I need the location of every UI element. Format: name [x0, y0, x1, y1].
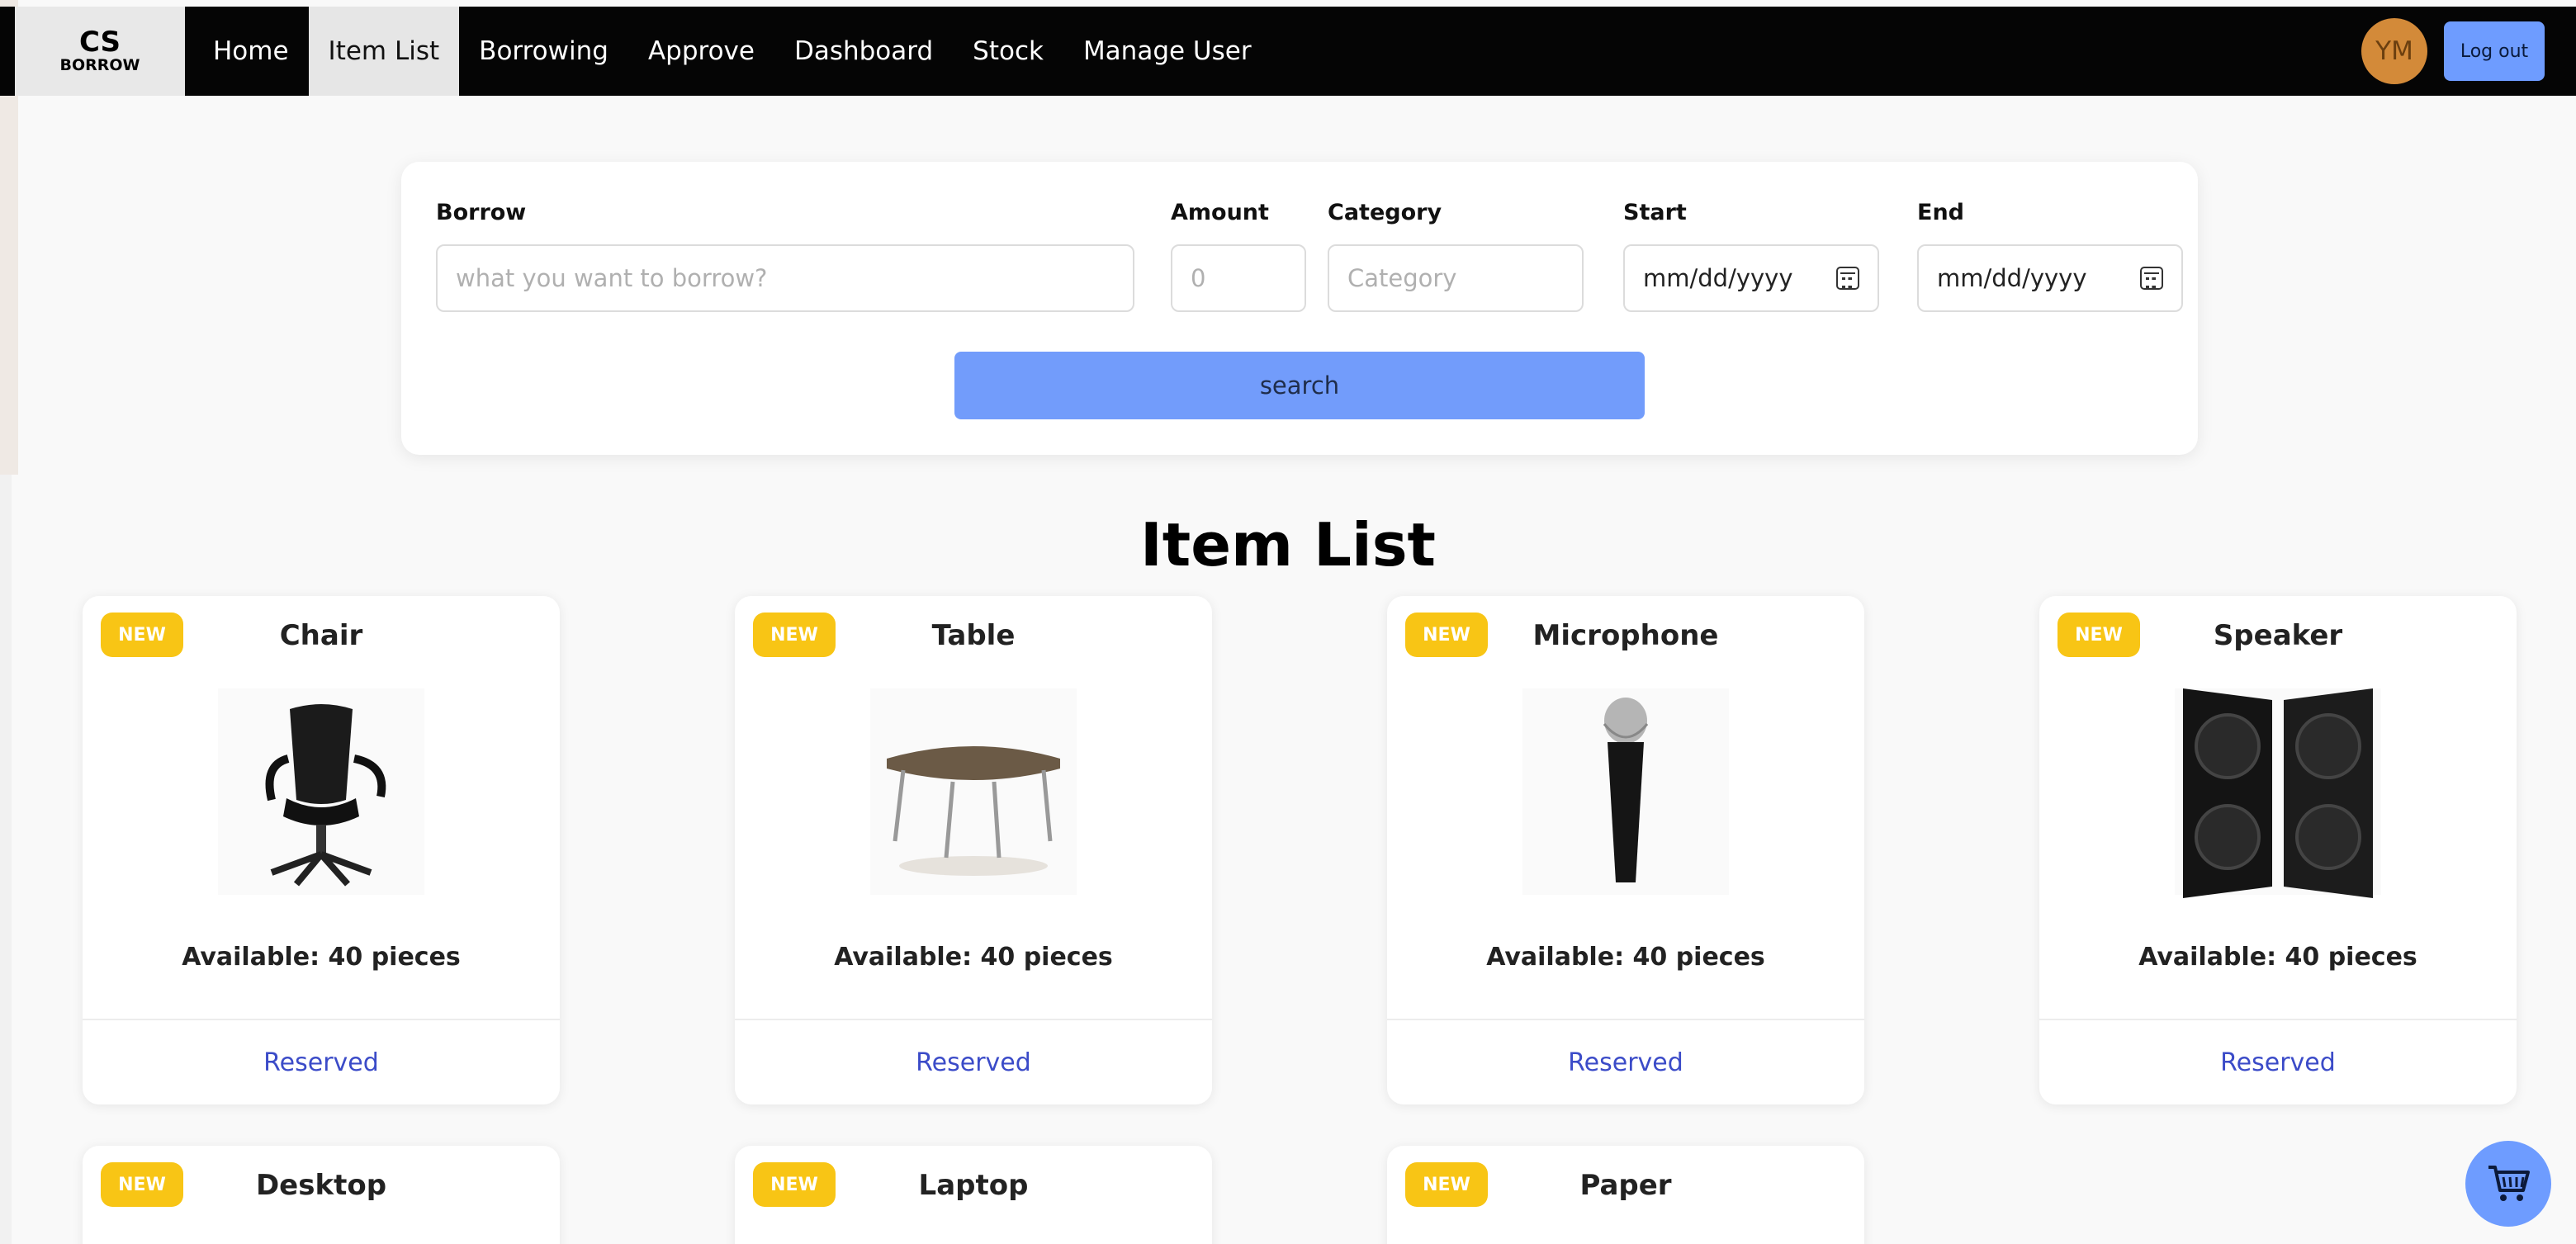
- end-date-input[interactable]: mm/dd/yyyy: [1917, 244, 2183, 312]
- navbar: CS BORROW Home Item List Borrowing Appro…: [0, 7, 2576, 96]
- cart-icon: [2488, 1166, 2530, 1201]
- reserved-link[interactable]: Reserved: [1387, 1048, 1864, 1077]
- brand-line2: BORROW: [59, 55, 140, 74]
- item-card-table: NEW Table Available: 40 pieces Reserved: [735, 596, 1212, 1104]
- availability-text: Available: 40 pieces: [182, 943, 461, 972]
- item-name: Laptop: [918, 1169, 1029, 1202]
- item-name: Microphone: [1532, 619, 1719, 652]
- microphone-image: [1522, 688, 1729, 895]
- start-date-value: mm/dd/yyyy: [1643, 264, 1793, 292]
- card-divider: [1387, 1019, 1864, 1020]
- brand-logo[interactable]: CS BORROW: [15, 7, 185, 96]
- nav-item-item-list[interactable]: Item List: [308, 7, 460, 96]
- nav-item-manage-user[interactable]: Manage User: [1063, 7, 1271, 96]
- availability-text: Available: 40 pieces: [1486, 943, 1765, 972]
- page-title: Item List: [1140, 510, 1436, 579]
- nav-item-approve[interactable]: Approve: [628, 7, 774, 96]
- availability-text: Available: 40 pieces: [2138, 943, 2417, 972]
- card-divider: [83, 1019, 560, 1020]
- card-divider: [2039, 1019, 2517, 1020]
- item-card-chair: NEW Chair Available: 40 pieces Reserved: [83, 596, 560, 1104]
- cart-button[interactable]: [2465, 1141, 2551, 1227]
- item-card-laptop: NEW Laptop: [735, 1146, 1212, 1244]
- card-divider: [735, 1019, 1212, 1020]
- item-card-desktop: NEW Desktop: [83, 1146, 560, 1244]
- search-button[interactable]: search: [954, 352, 1645, 419]
- item-name: Paper: [1579, 1169, 1672, 1202]
- item-card-paper: NEW Paper: [1387, 1146, 1864, 1244]
- category-input[interactable]: Category: [1328, 244, 1584, 312]
- reserved-link[interactable]: Reserved: [2039, 1048, 2517, 1077]
- search-card: Borrow what you want to borrow? Amount 0…: [401, 162, 2198, 455]
- nav-item-home[interactable]: Home: [193, 7, 309, 96]
- brand-line1: CS: [78, 26, 121, 59]
- speaker-image: [2175, 688, 2381, 898]
- end-label: End: [1917, 200, 1964, 225]
- table-image: [870, 688, 1077, 895]
- left-rail-lower: [0, 475, 12, 1244]
- logout-button[interactable]: Log out: [2444, 21, 2545, 81]
- avatar[interactable]: YM: [2361, 18, 2427, 84]
- item-name: Table: [931, 619, 1016, 652]
- item-card-speaker: NEW Speaker Available: 40 pieces Reserve…: [2039, 596, 2517, 1104]
- nav-right: YM Log out: [2361, 7, 2576, 96]
- end-date-value: mm/dd/yyyy: [1937, 264, 2087, 292]
- nav-item-dashboard[interactable]: Dashboard: [774, 7, 953, 96]
- reserved-link[interactable]: Reserved: [83, 1048, 560, 1077]
- calendar-icon[interactable]: [2140, 267, 2163, 290]
- start-date-input[interactable]: mm/dd/yyyy: [1623, 244, 1879, 312]
- item-name: Chair: [279, 619, 363, 652]
- start-label: Start: [1623, 200, 1687, 225]
- borrow-input[interactable]: what you want to borrow?: [436, 244, 1134, 312]
- calendar-icon[interactable]: [1836, 267, 1859, 290]
- amount-label: Amount: [1171, 200, 1269, 225]
- borrow-label: Borrow: [436, 200, 527, 225]
- nav-item-borrowing[interactable]: Borrowing: [459, 7, 628, 96]
- nav-menu: Home Item List Borrowing Approve Dashboa…: [193, 7, 1271, 96]
- item-name: Speaker: [2213, 619, 2343, 652]
- availability-text: Available: 40 pieces: [834, 943, 1113, 972]
- chair-image: [218, 688, 424, 895]
- item-card-microphone: NEW Microphone Available: 40 pieces Rese…: [1387, 596, 1864, 1104]
- amount-input[interactable]: 0: [1171, 244, 1306, 312]
- reserved-link[interactable]: Reserved: [735, 1048, 1212, 1077]
- nav-item-stock[interactable]: Stock: [953, 7, 1063, 96]
- item-name: Desktop: [255, 1169, 387, 1202]
- category-label: Category: [1328, 200, 1442, 225]
